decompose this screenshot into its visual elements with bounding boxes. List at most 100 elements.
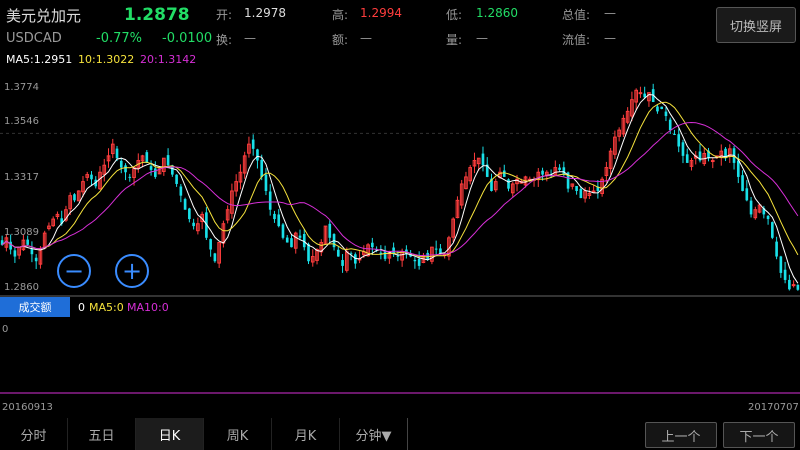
candle-body <box>481 153 485 166</box>
start-date: 20160913 <box>2 402 53 413</box>
candle-body <box>260 160 264 177</box>
symbol-code: USDCAD <box>6 31 62 46</box>
candle-body <box>796 284 800 290</box>
switch-portrait-button[interactable]: 切换竖屏 <box>716 7 796 43</box>
candle-body <box>179 186 183 196</box>
ma10-legend: 10:1.3022 <box>78 53 135 66</box>
previous-button[interactable]: 上一个 <box>645 422 717 448</box>
candle-body <box>149 166 153 170</box>
ma20-legend: 20:1.3142 <box>140 53 197 66</box>
float-value: — <box>604 31 616 45</box>
candle-body <box>26 239 29 245</box>
candle-body <box>183 199 187 210</box>
candle-body <box>273 213 276 220</box>
candle-body <box>668 119 672 131</box>
candle-body <box>558 167 561 170</box>
candle-body <box>771 222 774 238</box>
high-label: 高: <box>332 8 349 22</box>
tab-weekly-k[interactable]: 周K <box>204 418 272 450</box>
candle-body <box>673 133 676 135</box>
candle-body <box>562 167 566 175</box>
candle-body <box>175 174 178 184</box>
tab-minute[interactable]: 分钟▼ <box>340 418 408 450</box>
candle-body <box>736 160 740 177</box>
end-date: 20170707 <box>748 402 799 413</box>
candle-body <box>502 170 506 177</box>
y-tick-label: 1.3774 <box>4 82 39 93</box>
low-label: 低: <box>446 8 463 22</box>
candle-body <box>579 188 583 199</box>
candle-body <box>766 215 770 220</box>
tab-daily-k[interactable]: 日K <box>136 418 204 450</box>
volume-label: 量: <box>446 33 463 47</box>
total-value: — <box>604 6 616 20</box>
candle-body <box>328 223 332 238</box>
candle-body <box>775 241 778 257</box>
candle-body <box>145 152 149 163</box>
candle-body <box>575 185 578 191</box>
amount-value: — <box>360 31 372 45</box>
instrument-name: 美元兑加元 <box>6 7 82 25</box>
candle-body <box>413 259 417 262</box>
candle-body <box>788 279 791 290</box>
change-percent: -0.77% <box>96 31 142 46</box>
candle-body <box>268 191 272 210</box>
candle-body <box>264 174 268 191</box>
y-tick-label: 1.3089 <box>4 227 39 238</box>
candle-body <box>779 256 783 273</box>
candle-body <box>154 168 157 177</box>
turnover-indicator-button[interactable]: 成交额 <box>0 297 70 317</box>
candle-body <box>656 106 659 112</box>
candle-body <box>285 237 289 243</box>
candle-body <box>213 253 217 262</box>
candle-body <box>507 179 510 189</box>
tab-monthly-k[interactable]: 月K <box>272 418 340 450</box>
candle-body <box>13 250 17 257</box>
candle-body <box>115 148 119 159</box>
candle-body <box>681 142 685 156</box>
candle-body <box>256 149 259 161</box>
candle-body <box>745 188 749 201</box>
volume-current: 0 <box>78 301 85 314</box>
candle-body <box>396 255 400 257</box>
candle-body <box>119 160 123 168</box>
float-label: 流值: <box>562 33 591 47</box>
candle-body <box>791 284 796 287</box>
candle-body <box>128 176 132 178</box>
tab-intraday[interactable]: 分时 <box>0 418 68 450</box>
high-value: 1.2994 <box>360 6 402 20</box>
candle-body <box>741 175 744 191</box>
candle-body <box>783 269 787 280</box>
candle-body <box>677 134 681 147</box>
candle-body <box>302 233 306 248</box>
candle-body <box>290 238 293 248</box>
candle-body <box>434 248 438 250</box>
turnover-value: — <box>244 31 256 45</box>
candle-body <box>341 260 344 266</box>
candle-body <box>281 224 285 238</box>
candle-body <box>685 154 689 163</box>
zoom-in-button[interactable]: + <box>115 254 149 288</box>
volume-ma10: MA10:0 <box>127 301 169 314</box>
volume-zero-label: 0 <box>2 324 9 335</box>
zoom-out-button[interactable]: − <box>57 254 91 288</box>
y-tick-label: 1.2860 <box>4 282 39 293</box>
tab-five-day[interactable]: 五日 <box>68 418 136 450</box>
low-value: 1.2860 <box>476 6 518 20</box>
candle-body <box>336 249 340 257</box>
candle-body <box>426 252 429 259</box>
candle-body <box>664 111 668 117</box>
candle-body <box>371 242 374 248</box>
candle-body <box>307 244 310 262</box>
candle-body <box>643 93 646 98</box>
candle-body <box>277 214 281 227</box>
next-button[interactable]: 下一个 <box>723 422 795 448</box>
change-value: -0.0100 <box>162 31 213 46</box>
candle-body <box>188 208 191 220</box>
ma5-legend: MA5:1.2951 <box>6 53 73 66</box>
turnover-label: 换: <box>216 33 233 47</box>
candle-body <box>660 106 664 110</box>
last-price: 1.2878 <box>124 5 190 25</box>
candle-body <box>591 190 596 193</box>
volume-value: — <box>476 31 488 45</box>
